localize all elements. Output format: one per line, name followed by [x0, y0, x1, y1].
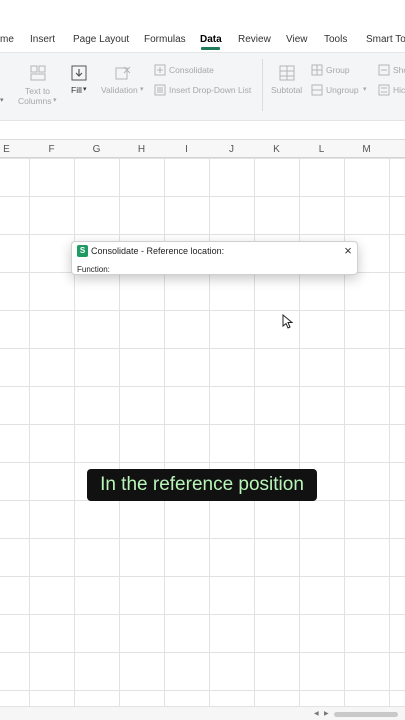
ribbon-divider: [262, 59, 263, 111]
validation-label[interactable]: Validation: [101, 85, 138, 95]
tab-home[interactable]: me: [0, 34, 14, 45]
text-to-columns-label-2[interactable]: Columns: [18, 96, 52, 106]
function-label: Function:: [77, 265, 110, 274]
column-header-m[interactable]: M: [344, 144, 389, 155]
scroll-left-icon[interactable]: ◀: [314, 710, 319, 717]
column-header-h[interactable]: H: [119, 144, 164, 155]
group-label[interactable]: Group: [326, 65, 350, 75]
ribbon: ▾ Text to Columns ▾ Fill ▾ Validation ▾ …: [0, 52, 405, 120]
column-header-e[interactable]: E: [0, 144, 29, 155]
dropdown-list-icon[interactable]: [154, 84, 166, 96]
column-header-g[interactable]: G: [74, 144, 119, 155]
fill-icon[interactable]: [71, 65, 87, 81]
active-tab-indicator: [201, 47, 220, 50]
fill-label[interactable]: Fill: [71, 85, 82, 95]
text-to-columns-label[interactable]: Text to: [25, 86, 50, 96]
tab-formulas[interactable]: Formulas: [144, 34, 186, 45]
tab-view[interactable]: View: [286, 34, 308, 45]
chevron-down-icon[interactable]: ▾: [53, 96, 57, 104]
show-detail-icon[interactable]: [378, 64, 390, 76]
formula-bar[interactable]: [0, 120, 405, 138]
ungroup-label[interactable]: Ungroup: [326, 85, 359, 95]
insert-dropdown-list-label[interactable]: Insert Drop-Down List: [169, 85, 251, 95]
consolidate-label[interactable]: Consolidate: [169, 65, 214, 75]
show-detail-label[interactable]: Sho: [393, 65, 405, 75]
chevron-down-icon[interactable]: ▾: [363, 85, 367, 93]
hide-detail-label[interactable]: Hic: [393, 85, 405, 95]
subtotal-label[interactable]: Subtotal: [271, 85, 302, 95]
mouse-pointer-icon: [282, 314, 294, 329]
chevron-down-icon[interactable]: ▾: [83, 85, 87, 93]
column-header-l[interactable]: L: [299, 144, 344, 155]
column-header-k[interactable]: K: [254, 144, 299, 155]
tab-insert[interactable]: Insert: [30, 34, 55, 45]
app-logo-icon: S: [77, 245, 88, 257]
column-header-row: E F G H I J K L M: [0, 139, 405, 158]
close-icon[interactable]: ×: [341, 244, 355, 258]
dialog-title: Consolidate - Reference location:: [91, 246, 225, 256]
hide-detail-icon[interactable]: [378, 84, 390, 96]
subtotal-icon[interactable]: [279, 65, 295, 81]
tab-smart-tools[interactable]: Smart To: [366, 34, 405, 45]
validation-icon[interactable]: [115, 65, 131, 81]
consolidate-icon[interactable]: [154, 64, 166, 76]
horizontal-scrollbar[interactable]: ◀ ▶: [0, 706, 405, 720]
consolidate-reference-dialog: S Consolidate - Reference location: × Fu…: [71, 241, 358, 275]
text-to-columns-icon[interactable]: [30, 65, 46, 81]
column-header-i[interactable]: I: [164, 144, 209, 155]
tab-page-layout[interactable]: Page Layout: [73, 34, 129, 45]
group-icon[interactable]: [311, 64, 323, 76]
tab-review[interactable]: Review: [238, 34, 271, 45]
scroll-right-icon[interactable]: ▶: [324, 710, 329, 717]
chevron-down-icon[interactable]: ▾: [0, 96, 4, 104]
menu-bar: me Insert Page Layout Formulas Data Revi…: [0, 0, 405, 52]
tab-data[interactable]: Data: [200, 34, 222, 45]
scrollbar-thumb[interactable]: [334, 712, 398, 717]
column-header-j[interactable]: J: [209, 144, 254, 155]
video-caption: In the reference position: [87, 469, 317, 501]
chevron-down-icon[interactable]: ▾: [140, 85, 144, 93]
tab-tools[interactable]: Tools: [324, 34, 347, 45]
ungroup-icon[interactable]: [311, 84, 323, 96]
column-header-f[interactable]: F: [29, 144, 74, 155]
